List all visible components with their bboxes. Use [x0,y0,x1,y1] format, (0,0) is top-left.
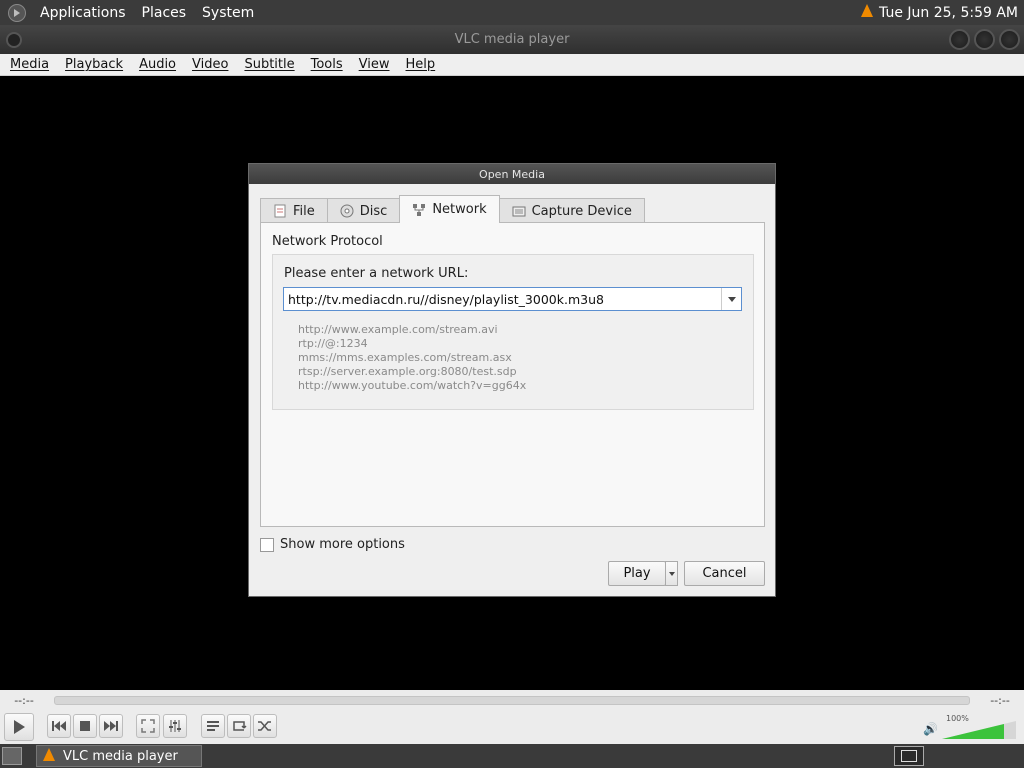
url-combobox[interactable] [283,287,742,311]
loop-icon[interactable] [227,714,251,738]
shuffle-icon[interactable] [253,714,277,738]
network-protocol-heading: Network Protocol [272,234,383,249]
open-media-dialog: Open Media File Disc Network Capture Dev… [248,163,776,597]
menubar: Media Playback Audio Video Subtitle Tool… [0,54,1024,76]
menu-help[interactable]: Help [396,57,442,72]
tab-disc-label: Disc [359,203,388,219]
show-more-options-checkbox[interactable] [260,537,274,552]
menu-audio[interactable]: Audio [129,57,182,72]
show-more-options[interactable]: Show more options [260,537,405,552]
play-button[interactable]: Play [608,561,666,586]
tab-file[interactable]: File [260,198,328,223]
example-line: mms://mms.examples.com/stream.asx [298,351,512,364]
tab-capture-device-label: Capture Device [531,203,632,219]
window-title: VLC media player [454,32,570,47]
taskbar-task-label: VLC media player [63,748,178,764]
vlc-cone-icon [43,747,55,765]
url-label: Please enter a network URL: [284,266,469,281]
menu-subtitle[interactable]: Subtitle [234,57,300,72]
speaker-icon[interactable]: 🔊 [923,722,938,736]
url-examples: http://www.example.com/stream.avi rtp://… [298,323,526,393]
extended-settings-icon[interactable] [163,714,187,738]
workspace-switcher[interactable] [894,746,924,766]
network-icon [412,203,426,217]
example-line: http://www.youtube.com/watch?v=gg64x [298,379,527,392]
menu-video[interactable]: Video [182,57,234,72]
volume-slider[interactable]: 100% [942,714,1018,739]
menu-tools[interactable]: Tools [301,57,349,72]
places-menu[interactable]: Places [134,5,195,21]
network-panel: Network Protocol Please enter a network … [260,222,765,527]
example-line: http://www.example.com/stream.avi [298,323,498,336]
top-panel: Applications Places System Tue Jun 25, 5… [0,0,1024,25]
taskbar-vlc-task[interactable]: VLC media player [36,745,202,767]
tab-network-label: Network [432,202,487,217]
capture-device-icon [512,204,526,218]
dialog-tabs: File Disc Network Capture Device [260,195,645,223]
applications-menu[interactable]: Applications [32,5,134,21]
vlc-tray-icon[interactable] [861,4,874,21]
system-menu[interactable]: System [194,5,262,21]
controls-row: 🔊 100% [0,710,1024,744]
seek-row: --:-- --:-- [0,690,1024,710]
playlist-icon[interactable] [201,714,225,738]
dialog-title: Open Media [249,164,775,184]
previous-icon[interactable] [47,714,71,738]
minimize-button[interactable] [949,29,970,50]
tab-file-label: File [293,203,315,219]
tab-capture-device[interactable]: Capture Device [498,198,645,223]
menu-media[interactable]: Media [0,57,55,72]
play-dropdown-button[interactable] [665,561,678,586]
example-line: rtp://@:1234 [298,337,368,350]
chevron-down-icon[interactable] [721,288,741,310]
time-elapsed[interactable]: --:-- [0,694,48,707]
taskbar: VLC media player [0,744,1024,768]
clock[interactable]: Tue Jun 25, 5:59 AM [879,5,1024,21]
cancel-button[interactable]: Cancel [684,561,765,586]
url-input[interactable] [284,288,721,310]
close-button[interactable] [999,29,1020,50]
time-total[interactable]: --:-- [976,694,1024,707]
disc-icon [340,204,354,218]
fullscreen-icon[interactable] [136,714,160,738]
maximize-button[interactable] [974,29,995,50]
play-icon[interactable] [4,713,34,741]
network-url-group: Please enter a network URL: http://www.e… [272,254,754,410]
gnome-foot-icon[interactable] [8,3,26,22]
menu-playback[interactable]: Playback [55,57,129,72]
window-titlebar: VLC media player [0,25,1024,54]
window-menu-icon[interactable] [6,32,22,48]
stop-icon[interactable] [73,714,97,738]
file-icon [273,204,287,218]
example-line: rtsp://server.example.org:8080/test.sdp [298,365,517,378]
show-desktop-icon[interactable] [2,747,22,765]
volume-fill [942,724,1004,739]
seek-slider[interactable] [54,695,970,705]
show-more-options-label: Show more options [280,537,405,552]
tab-disc[interactable]: Disc [326,198,401,223]
menu-view[interactable]: View [349,57,396,72]
tab-network[interactable]: Network [399,195,500,223]
next-icon[interactable] [99,714,123,738]
